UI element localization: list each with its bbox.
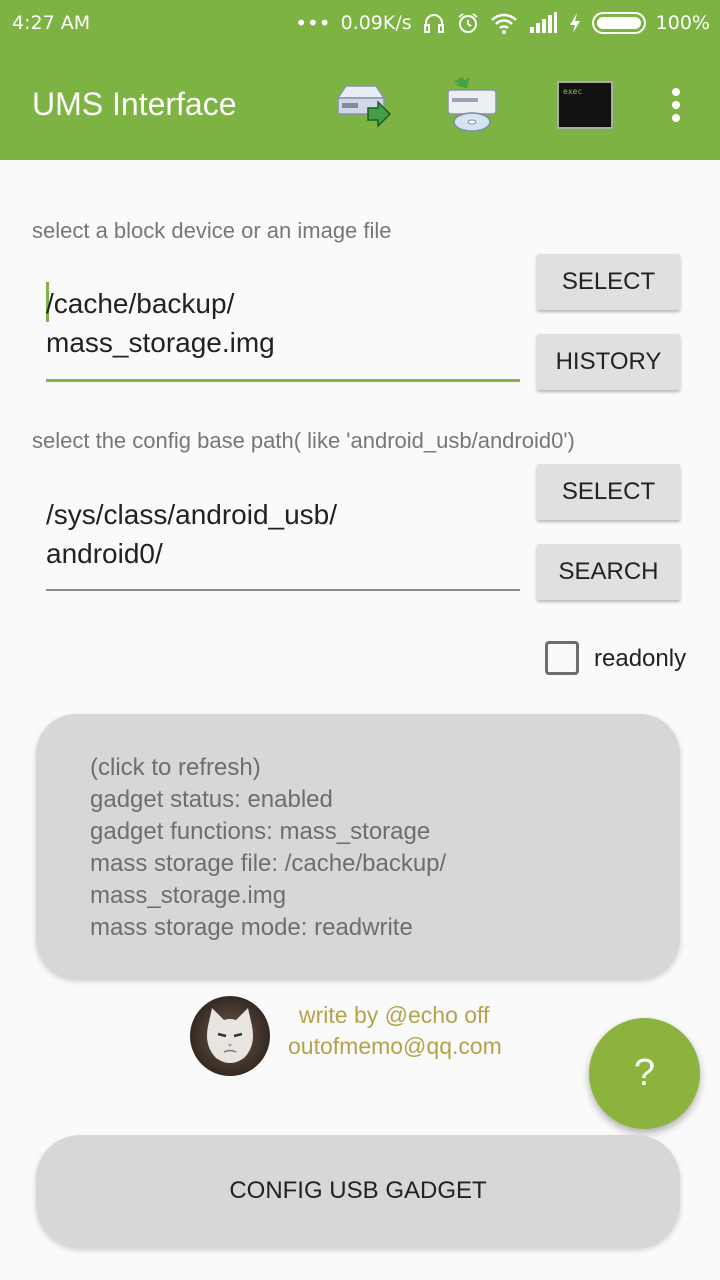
drive-export-button[interactable]	[332, 76, 392, 134]
cat-avatar-icon	[190, 996, 270, 1076]
image-path-line2: mass_storage.img	[46, 327, 275, 358]
wifi-icon	[490, 13, 517, 34]
charging-icon	[569, 13, 580, 33]
readonly-label[interactable]: readonly	[594, 645, 686, 673]
overflow-menu-button[interactable]	[660, 76, 692, 134]
config-path-input[interactable]: /sys/class/android_usb/ android0/	[46, 495, 516, 573]
cd-import-icon	[447, 76, 497, 132]
gadget-status-card[interactable]: (click to refresh) gadget status: enable…	[36, 714, 680, 978]
config-path-line1: /sys/class/android_usb/	[46, 499, 338, 530]
exec-terminal-icon: exec	[557, 81, 613, 129]
image-path-underline	[46, 379, 520, 382]
signal-icon	[529, 12, 557, 33]
config-path-underline	[46, 589, 520, 591]
status-line: mass storage file: /cache/backup/	[90, 850, 447, 877]
net-speed: 0.09K/s	[340, 12, 412, 34]
drive-export-icon	[336, 85, 392, 128]
config-path-line2: android0/	[46, 538, 163, 569]
image-path-line1: /cache/backup/	[46, 288, 235, 319]
headphones-icon	[423, 14, 444, 33]
author-credit: write by @echo off outofmemo@qq.com	[288, 1000, 502, 1062]
app-title: UMS Interface	[32, 86, 237, 122]
exec-terminal-button[interactable]: exec	[556, 76, 616, 134]
status-line: mass storage mode: readwrite	[90, 914, 413, 941]
select-config-button[interactable]: SELECT	[537, 464, 680, 520]
dots-icon: •••	[295, 11, 331, 35]
more-vert-icon	[672, 88, 680, 127]
status-line: mass_storage.img	[90, 882, 287, 909]
cd-import-button[interactable]	[442, 76, 502, 134]
search-button[interactable]: SEARCH	[537, 544, 680, 600]
author-name: write by @echo off	[299, 1002, 490, 1028]
status-icons: ••• 0.09K/s 100%	[295, 10, 710, 36]
status-line: gadget functions: mass_storage	[90, 818, 431, 845]
status-time: 4:27 AM	[12, 12, 91, 34]
status-bar: 4:27 AM ••• 0.09K/s 100%	[0, 0, 720, 48]
battery-icon	[591, 12, 646, 34]
status-line: (click to refresh)	[90, 754, 261, 781]
exec-text: exec	[563, 87, 582, 96]
author-avatar	[190, 996, 270, 1076]
readonly-checkbox[interactable]	[545, 641, 579, 675]
status-line: gadget status: enabled	[90, 786, 333, 813]
image-path-label: select a block device or an image file	[32, 218, 392, 243]
author-email[interactable]: outofmemo@qq.com	[288, 1031, 502, 1062]
select-image-button[interactable]: SELECT	[537, 254, 680, 310]
config-usb-gadget-button[interactable]: CONFIG USB GADGET	[36, 1135, 680, 1247]
app-bar: UMS Interface exec	[0, 48, 720, 160]
image-path-input[interactable]: /cache/backup/ mass_storage.img	[46, 284, 516, 362]
alarm-icon	[458, 13, 478, 33]
config-path-label: select the config base path( like 'andro…	[32, 428, 575, 453]
battery-percent: 100%	[655, 12, 710, 34]
history-button[interactable]: HISTORY	[537, 334, 680, 390]
status-lines: (click to refresh) gadget status: enable…	[90, 752, 446, 944]
help-fab[interactable]: ?	[589, 1018, 700, 1129]
